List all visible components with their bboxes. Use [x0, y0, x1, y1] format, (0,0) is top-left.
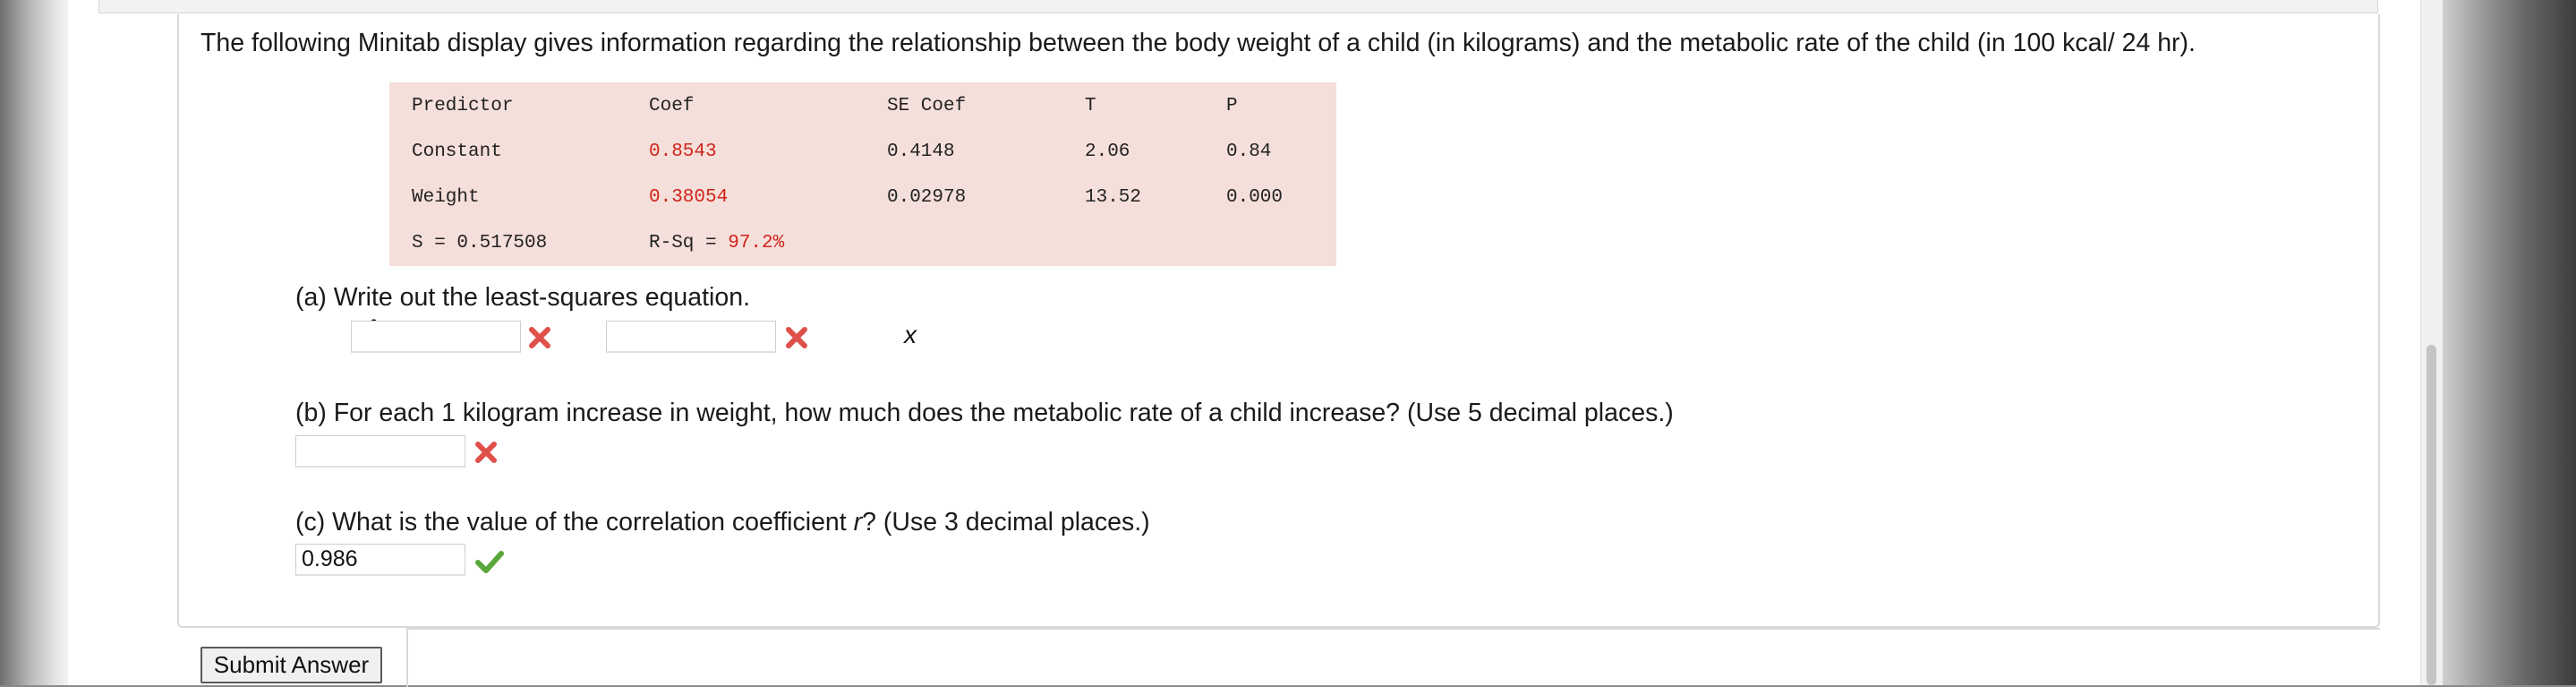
r-squared-label: R-Sq =: [649, 233, 729, 253]
header-p: P: [1226, 96, 1238, 116]
r-squared: R-Sq = 97.2%: [649, 233, 784, 253]
check-mark-icon: [475, 551, 504, 573]
question-text: The following Minitab display gives info…: [200, 29, 2196, 57]
slope-input[interactable]: [606, 321, 776, 353]
row-constant-p: 0.84: [1226, 142, 1272, 162]
intercept-input[interactable]: [351, 321, 521, 353]
previous-panel-edge: [98, 0, 2378, 13]
x-mark-icon: [786, 327, 807, 348]
vertical-scrollbar[interactable]: [2420, 0, 2443, 685]
row-weight-predictor: Weight: [412, 187, 480, 208]
x-variable: x: [904, 321, 917, 348]
increase-input[interactable]: [295, 435, 465, 468]
row-constant-se-coef: 0.4148: [887, 142, 955, 162]
header-t: T: [1085, 96, 1096, 116]
r-squared-value: 97.2%: [728, 233, 785, 253]
row-weight-p: 0.000: [1226, 187, 1284, 208]
header-predictor: Predictor: [412, 96, 514, 116]
row-constant-t: 2.06: [1085, 142, 1130, 162]
row-weight-coef: 0.38054: [649, 187, 729, 208]
row-constant-coef: 0.8543: [649, 142, 717, 162]
part-a-prompt: (a) Write out the least-squares equation…: [295, 283, 750, 312]
footer-divider: [406, 628, 2380, 687]
header-coef: Coef: [649, 96, 695, 116]
row-weight-t: 13.52: [1085, 187, 1142, 208]
submit-answer-button[interactable]: Submit Answer: [200, 647, 382, 683]
row-constant-predictor: Constant: [412, 142, 502, 162]
part-c-prompt: (c) What is the value of the correlation…: [295, 508, 1150, 537]
row-weight-se-coef: 0.02978: [887, 187, 967, 208]
header-se-coef: SE Coef: [887, 96, 967, 116]
part-c-prompt-var: r: [853, 508, 863, 537]
s-value: S = 0.517508: [412, 233, 548, 253]
part-c-prompt-start: (c) What is the value of the correlation…: [295, 508, 854, 537]
correlation-input[interactable]: [295, 544, 465, 576]
background-right: [2442, 0, 2576, 685]
x-mark-icon: [475, 442, 497, 463]
page: The following Minitab display gives info…: [68, 0, 2443, 687]
minitab-output: Predictor Coef SE Coef T P Constant 0.85…: [389, 82, 1336, 266]
part-c-prompt-end: ? (Use 3 decimal places.): [862, 508, 1150, 537]
x-mark-icon: [529, 327, 550, 348]
background-left: [0, 0, 68, 685]
scrollbar-thumb[interactable]: [2427, 345, 2436, 685]
part-b-prompt: (b) For each 1 kilogram increase in weig…: [295, 399, 1674, 427]
